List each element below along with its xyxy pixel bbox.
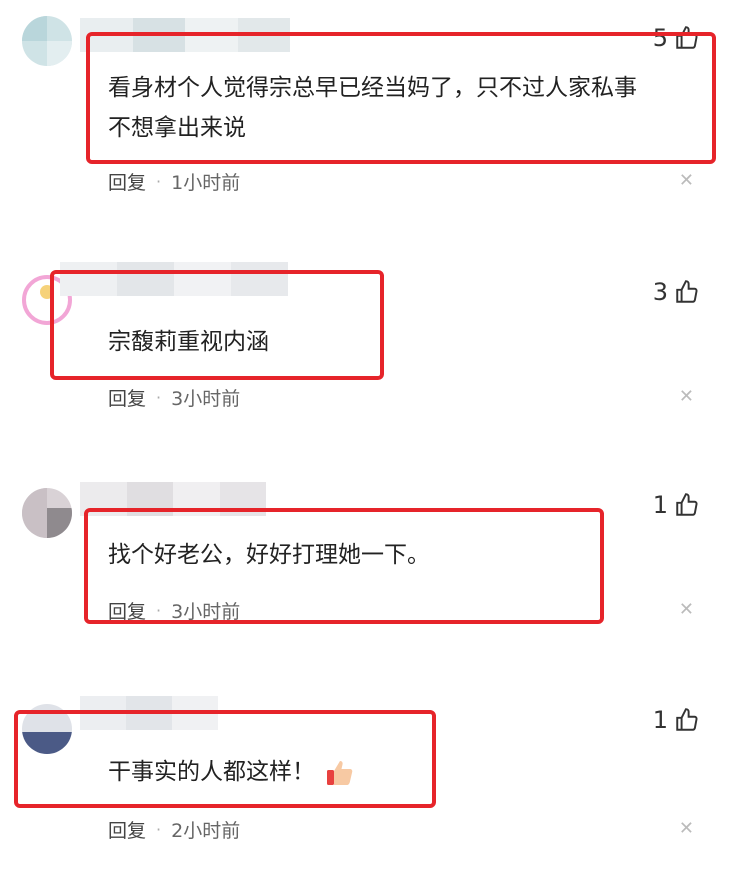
reply-button[interactable]: 回复	[108, 816, 146, 843]
like-button[interactable]: 1	[653, 706, 700, 734]
avatar[interactable]	[22, 488, 72, 538]
close-icon[interactable]: ✕	[679, 818, 694, 839]
comment-meta: 回复 · 1小时前	[108, 168, 240, 195]
highlight-box	[50, 270, 384, 380]
close-icon[interactable]: ✕	[679, 386, 694, 407]
highlight-box	[86, 32, 716, 164]
separator-dot: ·	[156, 820, 162, 839]
highlight-box	[84, 508, 604, 624]
separator-dot: ·	[156, 388, 162, 407]
like-button[interactable]: 3	[653, 278, 700, 306]
like-count: 1	[652, 706, 668, 734]
like-count: 3	[652, 278, 668, 306]
timestamp: 3小时前	[171, 388, 241, 410]
highlight-box	[14, 710, 436, 808]
thumbs-up-icon	[676, 708, 698, 731]
comment-meta: 回复 · 3小时前	[108, 384, 240, 411]
comment-meta: 回复 · 2小时前	[108, 816, 240, 843]
reply-button[interactable]: 回复	[108, 168, 146, 195]
separator-dot: ·	[156, 172, 162, 191]
timestamp: 2小时前	[171, 820, 241, 842]
thumbs-up-icon	[676, 280, 698, 303]
timestamp: 1小时前	[171, 172, 241, 194]
like-count: 1	[652, 491, 668, 519]
like-button[interactable]: 1	[653, 491, 700, 519]
avatar[interactable]	[22, 16, 72, 66]
thumbs-up-icon	[676, 493, 698, 516]
close-icon[interactable]: ✕	[679, 170, 694, 191]
close-icon[interactable]: ✕	[679, 599, 694, 620]
reply-button[interactable]: 回复	[108, 384, 146, 411]
